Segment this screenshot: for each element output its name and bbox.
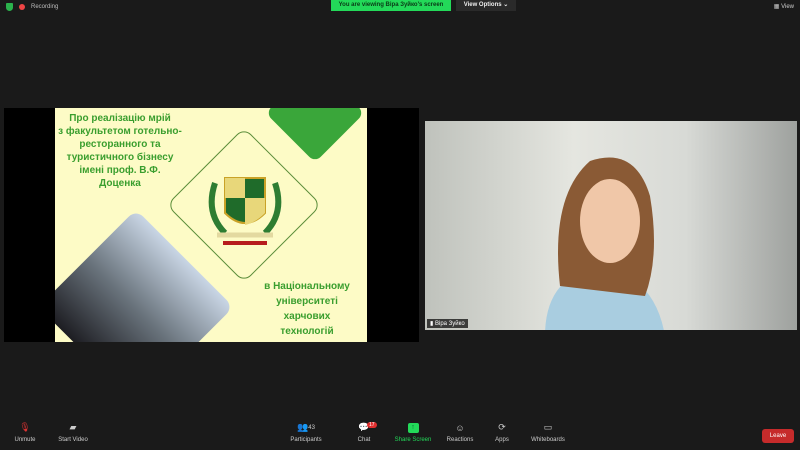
share-screen-button[interactable]: ↑ Share Screen xyxy=(388,422,438,443)
reactions-label: Reactions xyxy=(446,437,474,443)
chevron-down-icon: ⌄ xyxy=(503,2,509,8)
apps-label: Apps xyxy=(495,437,509,443)
viewing-screen-banner: You are viewing Віра Зуйко's screen xyxy=(331,0,451,11)
apps-icon: ⟳ xyxy=(498,422,506,432)
presentation-slide: Про реалізацію мрій з факультетом готель… xyxy=(55,108,367,342)
whiteboards-label: Whiteboards xyxy=(531,437,565,443)
muted-mic-icon: 🎙 xyxy=(19,422,31,432)
view-options-button[interactable]: View Options ⌄ xyxy=(456,0,516,11)
whiteboards-button[interactable]: ▭ Whiteboards xyxy=(523,422,573,443)
subtitle-line: в Національному xyxy=(264,281,350,292)
participant-video[interactable]: ▮ Віра Зуйко xyxy=(425,121,797,330)
view-label: View xyxy=(781,4,794,10)
unmute-label: Unmute xyxy=(14,437,36,443)
participants-label: Participants xyxy=(290,437,322,443)
view-button[interactable]: ▦ View xyxy=(774,3,794,10)
title-line: Про реалізацію мрій xyxy=(69,113,171,124)
reactions-icon: ☺ xyxy=(455,422,465,433)
subtitle-line: університеті xyxy=(276,296,338,307)
title-line: з факультетом готельно- xyxy=(58,126,182,137)
whiteboard-icon: ▭ xyxy=(543,422,553,432)
participant-name: Віра Зуйко xyxy=(434,321,465,327)
recording-icon xyxy=(19,4,25,10)
share-arrow-icon: ↑ xyxy=(407,422,419,433)
video-off-icon: ▰ xyxy=(69,422,77,432)
shared-screen: Про реалізацію мрій з факультетом готель… xyxy=(4,108,419,342)
participant-name-tag: ▮ Віра Зуйко xyxy=(427,319,468,328)
title-line: туристичного бізнесу xyxy=(66,152,174,163)
subtitle-line: харчових xyxy=(283,311,331,322)
meeting-toolbar: 🎙 Unmute ▰ Start Video 👥 43 Participants 💬 1… xyxy=(0,418,800,450)
faculty-crest-logo xyxy=(208,177,282,245)
title-line: імені проф. В.Ф. xyxy=(79,165,161,176)
title-line: ресторанного та xyxy=(79,139,161,150)
participants-button[interactable]: 👥 43 Participants xyxy=(281,422,331,443)
chat-badge: 17 xyxy=(367,422,377,428)
slide-subtitle: в Національному університеті харчових те… xyxy=(251,279,363,339)
participants-icon: 👥 43 xyxy=(297,422,315,432)
subtitle-line: технологій xyxy=(280,326,334,337)
recording-label: Recording xyxy=(31,4,59,10)
chat-label: Chat xyxy=(357,437,371,443)
start-video-label: Start Video xyxy=(58,437,88,443)
participants-count: 43 xyxy=(308,424,315,431)
view-options-label: View Options xyxy=(463,2,502,8)
security-shield-icon[interactable] xyxy=(6,3,13,11)
title-line: Доценка xyxy=(99,178,141,189)
meeting-status: Recording xyxy=(6,3,58,11)
slide-title: Про реалізацію мрій з факультетом готель… xyxy=(55,112,185,190)
signal-icon: ▮ xyxy=(430,321,434,327)
leave-button[interactable]: Leave xyxy=(762,429,794,443)
unmute-button[interactable]: 🎙 Unmute xyxy=(0,422,50,443)
grid-icon: ▦ xyxy=(773,4,780,10)
share-screen-label: Share Screen xyxy=(394,437,432,443)
participant-figure xyxy=(545,157,664,330)
start-video-button[interactable]: ▰ Start Video xyxy=(48,422,98,443)
chat-button[interactable]: 💬 17 Chat xyxy=(339,422,389,443)
apps-button[interactable]: ⟳ Apps xyxy=(477,422,527,443)
